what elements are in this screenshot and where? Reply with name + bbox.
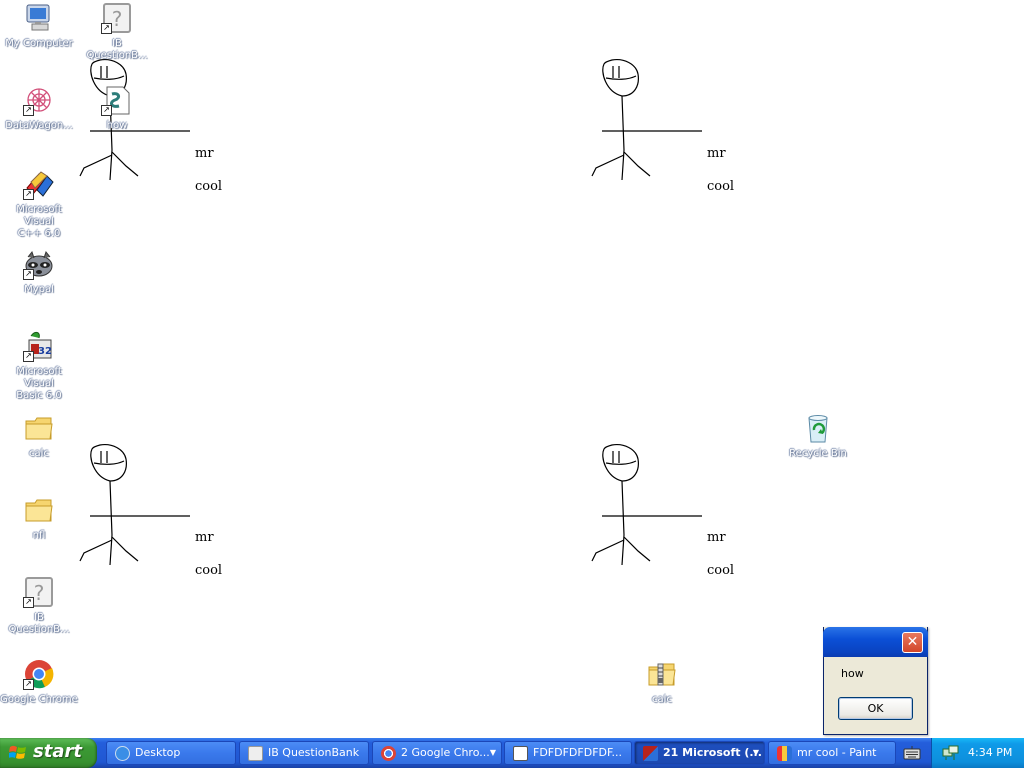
ok-button[interactable]: OK xyxy=(838,697,913,720)
wallpaper-text-mr: mr xyxy=(707,146,726,161)
desktop-icon-recycle-bin[interactable]: Recycle Bin xyxy=(779,412,857,460)
close-icon: ✕ xyxy=(906,634,919,650)
message-box-dialog: ✕ how OK xyxy=(823,627,928,735)
dialog-titlebar[interactable]: ✕ xyxy=(823,627,928,657)
desktop-icon-visual-basic[interactable]: 32 ↗ Microsoft Visual Basic 6.0 xyxy=(0,330,78,402)
desktop-icon-mypal[interactable]: ↗ Mypal xyxy=(0,248,78,296)
wallpaper-text-cool: cool xyxy=(707,563,735,578)
mypal-icon: ↗ xyxy=(23,248,55,280)
folder-icon xyxy=(23,494,55,526)
paint-icon xyxy=(777,746,792,761)
desktop-icon-ib-questionbank[interactable]: ? ↗ IB QuestionB... xyxy=(78,2,156,62)
taskbar: start Desktop IB QuestionBank 2 Google C… xyxy=(0,738,1024,768)
svg-text:32: 32 xyxy=(38,346,52,357)
chevron-down-icon: ▼ xyxy=(489,748,496,757)
wallpaper-text-cool: cool xyxy=(195,179,223,194)
recycle-bin-icon xyxy=(802,412,834,444)
folder-icon xyxy=(23,412,55,444)
chrome-icon: ↗ xyxy=(23,658,55,690)
visual-basic-icon xyxy=(643,746,658,761)
start-label: start xyxy=(33,741,82,762)
shortcut-arrow-icon: ↗ xyxy=(23,351,34,362)
visual-cpp-icon: ↗ xyxy=(23,168,55,200)
start-button[interactable]: start xyxy=(0,738,97,768)
unknown-file-icon: ? ↗ xyxy=(23,576,55,608)
my-computer-icon xyxy=(23,2,55,34)
wallpaper-text-mr: mr xyxy=(195,530,214,545)
svg-text:?: ? xyxy=(112,7,123,31)
zip-folder-icon xyxy=(646,658,678,690)
wallpaper-text-mr: mr xyxy=(195,146,214,161)
taskbar-button-paint[interactable]: mr cool - Paint xyxy=(768,741,896,765)
clock[interactable]: 4:34 PM xyxy=(968,746,1012,759)
shortcut-arrow-icon: ↗ xyxy=(23,597,34,608)
chrome-icon xyxy=(381,746,396,761)
shortcut-arrow-icon: ↗ xyxy=(23,269,34,280)
wallpaper-text-mr: mr xyxy=(707,530,726,545)
wallpaper-text-cool: cool xyxy=(195,563,223,578)
desktop-icon-calc-zip[interactable]: calc xyxy=(623,658,701,706)
dialog-message: how xyxy=(841,667,864,680)
taskbar-button-google-chrome[interactable]: 2 Google Chro... ▼ xyxy=(372,741,502,765)
close-button[interactable]: ✕ xyxy=(902,632,923,653)
svg-text:?: ? xyxy=(34,581,45,605)
visual-basic-icon: 32 ↗ xyxy=(23,330,55,362)
shortcut-arrow-icon: ↗ xyxy=(23,105,34,116)
system-tray: 4:34 PM xyxy=(931,738,1024,768)
windows-logo-icon xyxy=(9,745,26,759)
desktop-icon-calc-folder[interactable]: calc xyxy=(0,412,78,460)
desktop-icon-nfl-folder[interactable]: nfl xyxy=(0,494,78,542)
unknown-file-icon: ? ↗ xyxy=(101,2,133,34)
desktop-icon-ib-questionbank-2[interactable]: ? ↗ IB QuestionB... xyxy=(0,576,78,636)
desktop-icon-how[interactable]: ↗ how xyxy=(78,84,156,132)
datawagon-icon: ↗ xyxy=(23,84,55,116)
document-icon xyxy=(513,746,528,761)
unknown-file-icon xyxy=(248,746,263,761)
wallpaper-text-cool: cool xyxy=(707,179,735,194)
taskbar-button-desktop[interactable]: Desktop xyxy=(106,741,236,765)
shortcut-arrow-icon: ↗ xyxy=(101,105,112,116)
desktop-icon-my-computer[interactable]: My Computer xyxy=(0,2,78,50)
desktop-icon-google-chrome[interactable]: ↗ Google Chrome xyxy=(0,658,78,706)
taskbar-button-microsoft[interactable]: 21 Microsoft (... ▼ xyxy=(634,741,765,765)
desktop-icon-datawagon[interactable]: ↗ DataWagon... xyxy=(0,84,78,132)
shortcut-arrow-icon: ↗ xyxy=(23,679,34,690)
desktop-icon-visual-cpp[interactable]: ↗ Microsoft Visual C++ 6.0 xyxy=(0,168,78,240)
chevron-down-icon: ▼ xyxy=(752,748,759,757)
shortcut-arrow-icon: ↗ xyxy=(101,23,112,34)
keyboard-icon[interactable] xyxy=(903,746,921,760)
network-icon[interactable] xyxy=(942,745,959,761)
desktop-icon xyxy=(115,746,130,761)
taskbar-button-fdfd[interactable]: FDFDFDFDFDF... xyxy=(504,741,632,765)
script-file-icon: ↗ xyxy=(101,84,133,116)
shortcut-arrow-icon: ↗ xyxy=(23,189,34,200)
taskbar-button-ib-questionbank[interactable]: IB QuestionBank xyxy=(239,741,369,765)
